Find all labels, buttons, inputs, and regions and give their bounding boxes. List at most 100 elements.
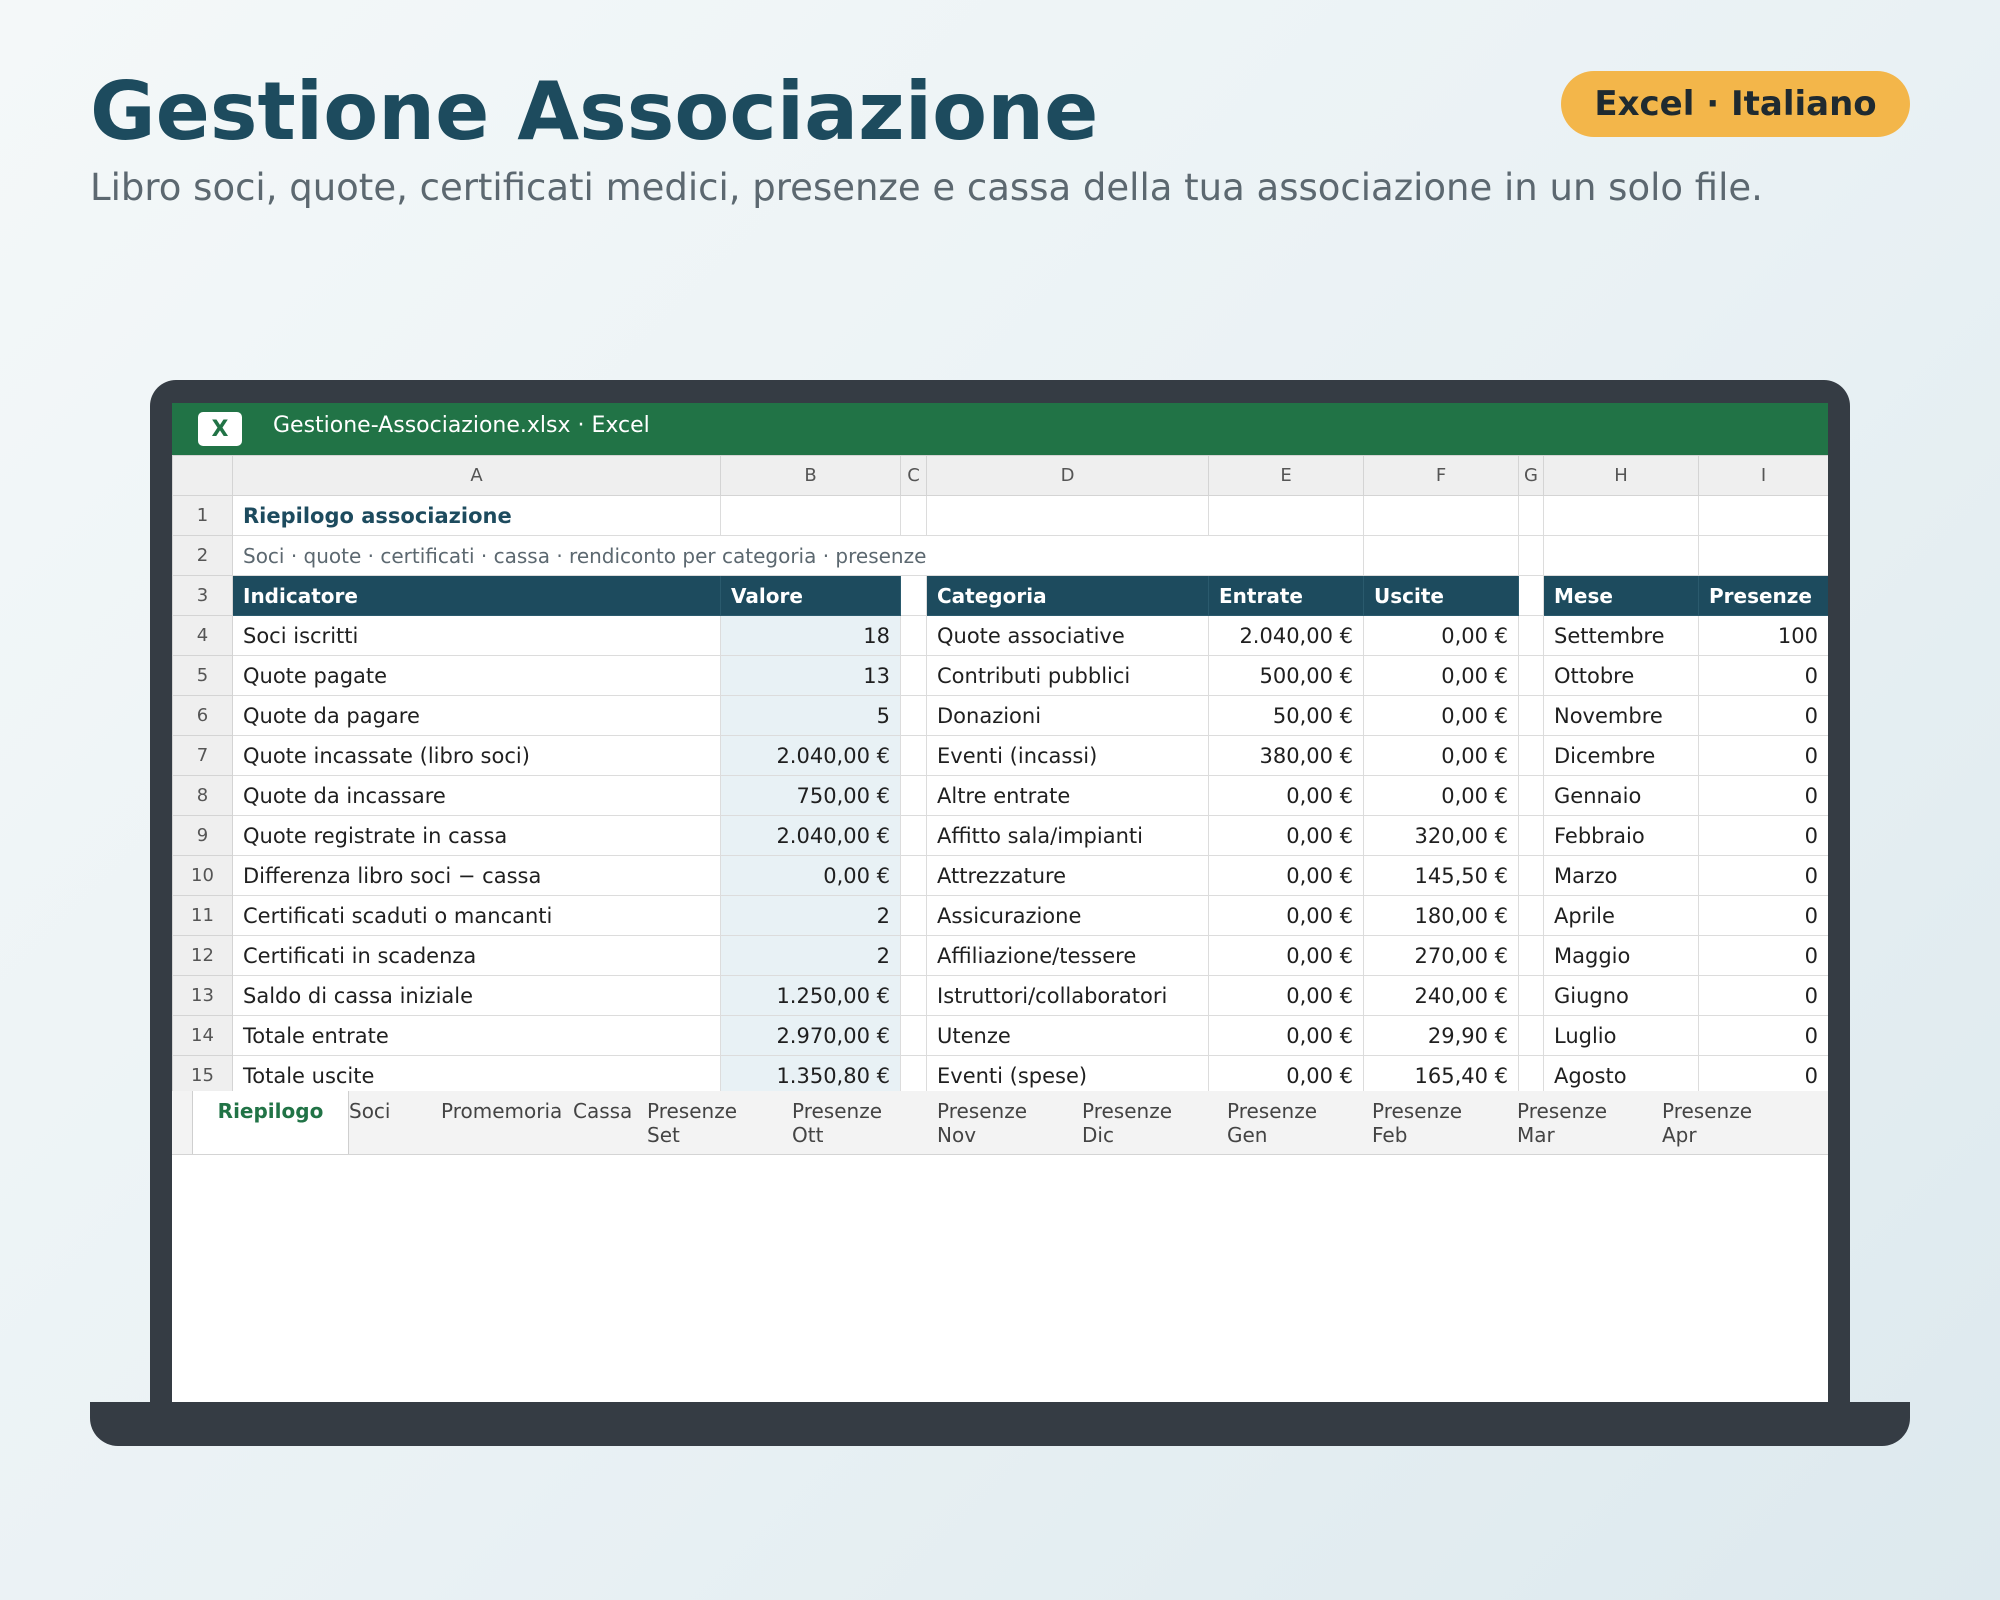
entrate-cell[interactable]: 50,00 €: [1208, 695, 1364, 736]
entrate-cell[interactable]: 0,00 €: [1208, 1055, 1364, 1096]
header-entrate[interactable]: Entrate: [1208, 575, 1364, 616]
sheet-tab[interactable]: Promemoria: [421, 1091, 562, 1154]
entrate-cell[interactable]: 0,00 €: [1208, 975, 1364, 1016]
row-number[interactable]: 5: [172, 655, 233, 696]
categoria-cell[interactable]: Quote associative: [926, 615, 1209, 656]
presenze-cell[interactable]: 0: [1698, 1055, 1828, 1096]
entrate-cell[interactable]: 0,00 €: [1208, 935, 1364, 976]
cell[interactable]: [1518, 975, 1544, 1016]
cell[interactable]: [1518, 895, 1544, 936]
sheet-tab[interactable]: Soci: [329, 1091, 409, 1154]
sheet-tab[interactable]: Presenze Mar: [1517, 1091, 1637, 1154]
cell[interactable]: [1518, 935, 1544, 976]
categoria-cell[interactable]: Eventi (incassi): [926, 735, 1209, 776]
cell[interactable]: [900, 655, 927, 696]
sheet-tab[interactable]: Presenze Nov: [937, 1091, 1057, 1154]
categoria-cell[interactable]: Affiliazione/tessere: [926, 935, 1209, 976]
row-number[interactable]: 6: [172, 695, 233, 736]
indicatore-cell[interactable]: Quote incassate (libro soci): [232, 735, 721, 776]
mese-cell[interactable]: Maggio: [1543, 935, 1699, 976]
presenze-cell[interactable]: 0: [1698, 855, 1828, 896]
cell[interactable]: [900, 855, 927, 896]
row-number[interactable]: 13: [172, 975, 233, 1016]
column-header-f[interactable]: F: [1363, 455, 1519, 496]
mese-cell[interactable]: Novembre: [1543, 695, 1699, 736]
cell[interactable]: [1518, 615, 1544, 656]
valore-cell[interactable]: 1.250,00 €: [720, 975, 901, 1016]
cell[interactable]: [1518, 735, 1544, 776]
row-number[interactable]: 3: [172, 575, 233, 616]
entrate-cell[interactable]: 0,00 €: [1208, 895, 1364, 936]
entrate-cell[interactable]: 500,00 €: [1208, 655, 1364, 696]
uscite-cell[interactable]: 0,00 €: [1363, 615, 1519, 656]
header-uscite[interactable]: Uscite: [1363, 575, 1519, 616]
presenze-cell[interactable]: 0: [1698, 1015, 1828, 1056]
categoria-cell[interactable]: Utenze: [926, 1015, 1209, 1056]
row-number[interactable]: 12: [172, 935, 233, 976]
cell[interactable]: [1518, 775, 1544, 816]
valore-cell[interactable]: 0,00 €: [720, 855, 901, 896]
presenze-cell[interactable]: 0: [1698, 735, 1828, 776]
cell[interactable]: [1518, 855, 1544, 896]
sheet-tab[interactable]: Presenze Feb: [1372, 1091, 1492, 1154]
mese-cell[interactable]: Aprile: [1543, 895, 1699, 936]
valore-cell[interactable]: 1.350,80 €: [720, 1055, 901, 1096]
row-number[interactable]: 4: [172, 615, 233, 656]
categoria-cell[interactable]: Assicurazione: [926, 895, 1209, 936]
column-header-d[interactable]: D: [926, 455, 1209, 496]
cell[interactable]: [900, 735, 927, 776]
cell[interactable]: [900, 615, 927, 656]
indicatore-cell[interactable]: Certificati in scadenza: [232, 935, 721, 976]
column-header-h[interactable]: H: [1543, 455, 1699, 496]
row-number[interactable]: 2: [172, 535, 233, 576]
mese-cell[interactable]: Gennaio: [1543, 775, 1699, 816]
cell[interactable]: [1543, 535, 1699, 576]
header-presenze[interactable]: Presenze: [1698, 575, 1828, 616]
row-number[interactable]: 11: [172, 895, 233, 936]
cell[interactable]: [1208, 495, 1364, 536]
indicatore-cell[interactable]: Totale uscite: [232, 1055, 721, 1096]
valore-cell[interactable]: 2.040,00 €: [720, 735, 901, 776]
mese-cell[interactable]: Febbraio: [1543, 815, 1699, 856]
sheet-tab[interactable]: Presenze Gen: [1227, 1091, 1347, 1154]
cell[interactable]: [900, 775, 927, 816]
uscite-cell[interactable]: 29,90 €: [1363, 1015, 1519, 1056]
entrate-cell[interactable]: 380,00 €: [1208, 735, 1364, 776]
valore-cell[interactable]: 18: [720, 615, 901, 656]
valore-cell[interactable]: 2.040,00 €: [720, 815, 901, 856]
mese-cell[interactable]: Agosto: [1543, 1055, 1699, 1096]
cell[interactable]: [1518, 495, 1544, 536]
column-header-e[interactable]: E: [1208, 455, 1364, 496]
uscite-cell[interactable]: 270,00 €: [1363, 935, 1519, 976]
indicatore-cell[interactable]: Differenza libro soci − cassa: [232, 855, 721, 896]
cell[interactable]: [1698, 535, 1828, 576]
entrate-cell[interactable]: 0,00 €: [1208, 775, 1364, 816]
row-number[interactable]: 14: [172, 1015, 233, 1056]
column-header-i[interactable]: I: [1698, 455, 1828, 496]
row-number[interactable]: 1: [172, 495, 233, 536]
mese-cell[interactable]: Ottobre: [1543, 655, 1699, 696]
header-categoria[interactable]: Categoria: [926, 575, 1209, 616]
cell[interactable]: [720, 495, 901, 536]
presenze-cell[interactable]: 0: [1698, 935, 1828, 976]
indicatore-cell[interactable]: Quote da incassare: [232, 775, 721, 816]
indicatore-cell[interactable]: Certificati scaduti o mancanti: [232, 895, 721, 936]
cell[interactable]: [1363, 535, 1519, 576]
column-header-c[interactable]: C: [900, 455, 927, 496]
header-indicatore[interactable]: Indicatore: [232, 575, 721, 616]
entrate-cell[interactable]: 2.040,00 €: [1208, 615, 1364, 656]
cell[interactable]: [1518, 575, 1544, 616]
mese-cell[interactable]: Giugno: [1543, 975, 1699, 1016]
row-number[interactable]: 15: [172, 1055, 233, 1096]
cell[interactable]: [900, 975, 927, 1016]
header-mese[interactable]: Mese: [1543, 575, 1699, 616]
indicatore-cell[interactable]: Quote da pagare: [232, 695, 721, 736]
presenze-cell[interactable]: 0: [1698, 695, 1828, 736]
cell[interactable]: [900, 495, 927, 536]
column-header-g[interactable]: G: [1518, 455, 1544, 496]
cell[interactable]: [926, 495, 1209, 536]
entrate-cell[interactable]: 0,00 €: [1208, 1015, 1364, 1056]
mese-cell[interactable]: Settembre: [1543, 615, 1699, 656]
uscite-cell[interactable]: 0,00 €: [1363, 775, 1519, 816]
indicatore-cell[interactable]: Quote pagate: [232, 655, 721, 696]
